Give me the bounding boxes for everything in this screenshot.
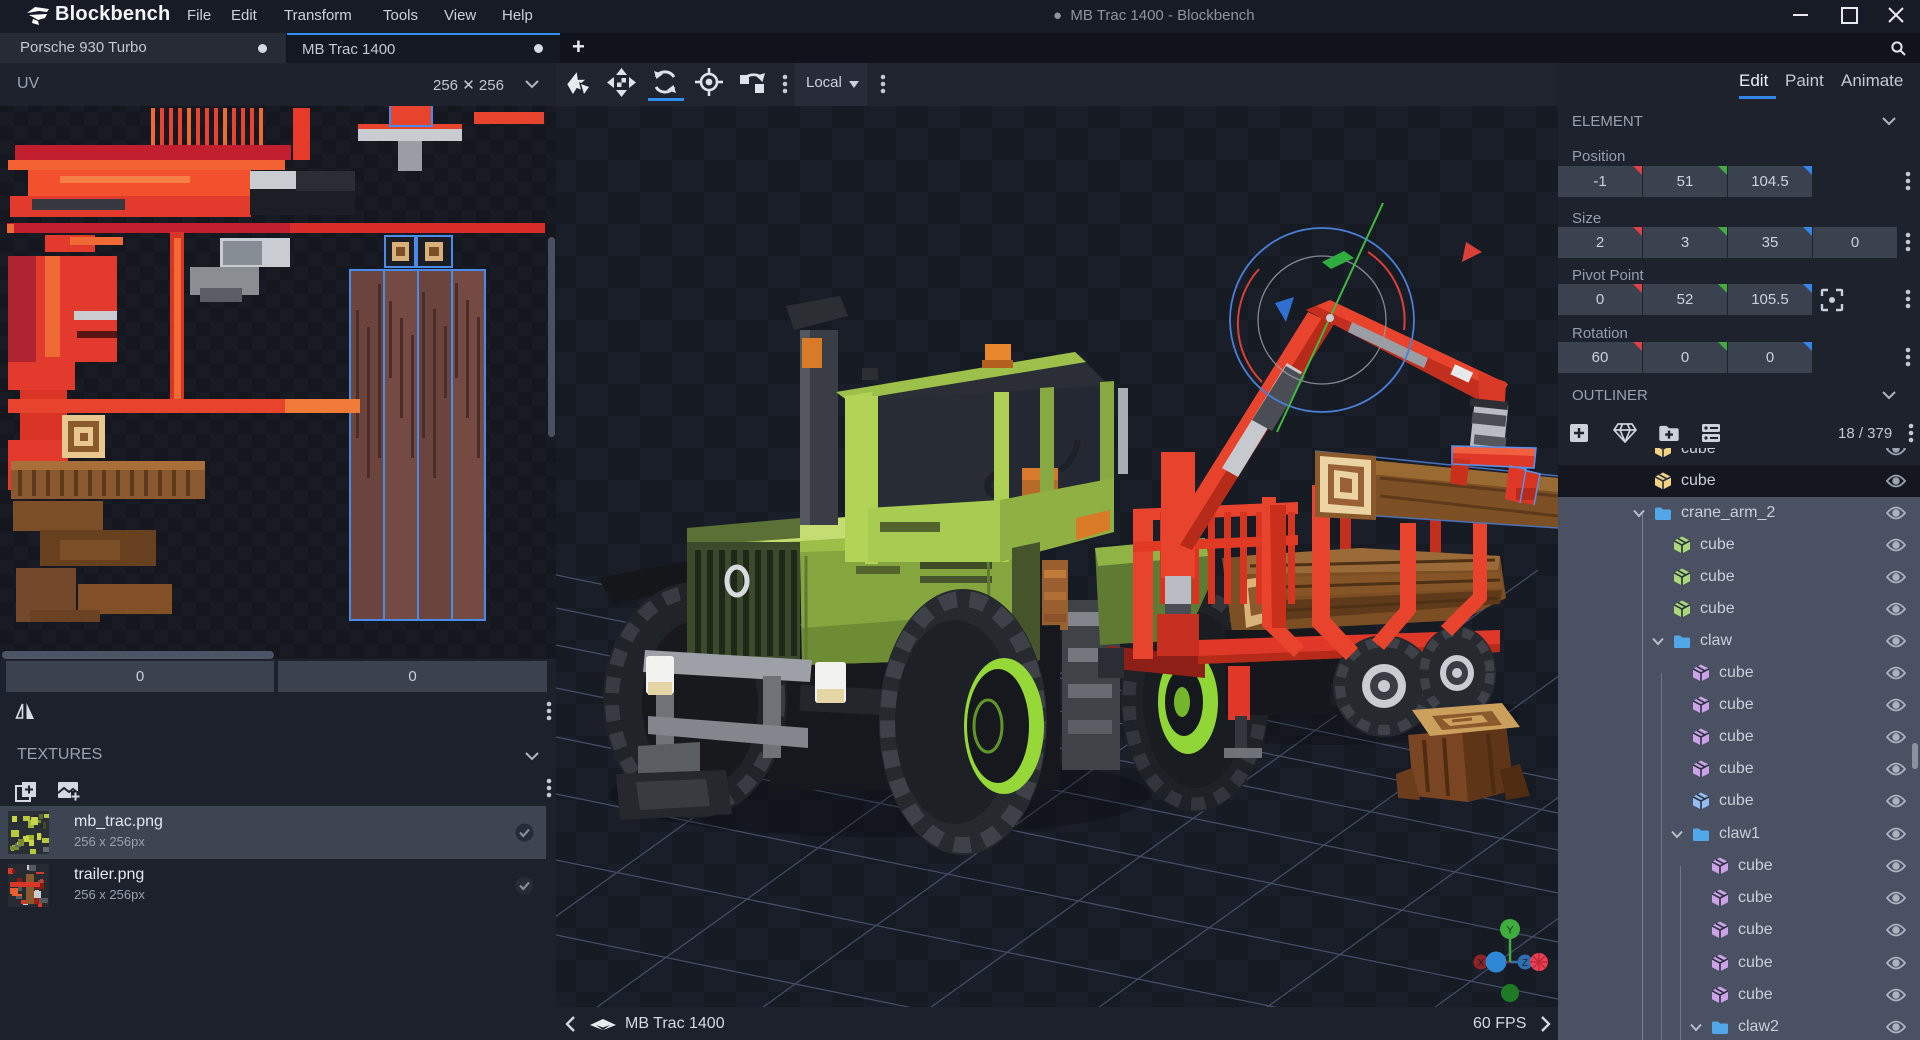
svg-text:Z: Z: [1522, 958, 1528, 969]
svg-text:Y: Y: [1506, 925, 1514, 937]
svg-text:X: X: [1478, 958, 1485, 969]
